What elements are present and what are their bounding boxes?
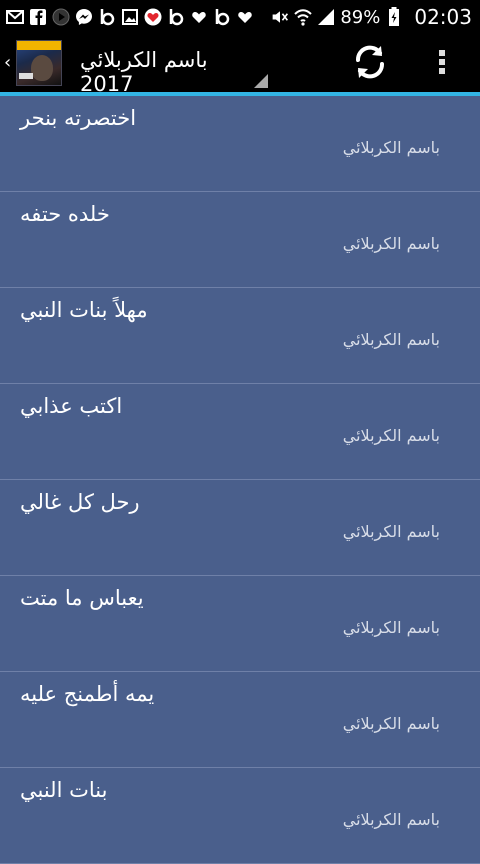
item-artist: باسم الكربلائي (342, 138, 440, 157)
play-icon (52, 8, 70, 26)
item-artist: باسم الكربلائي (342, 426, 440, 445)
signal-icon (317, 8, 335, 26)
item-title: يعباس ما متت (20, 586, 144, 610)
messenger-icon (75, 8, 93, 26)
facebook-icon (29, 8, 47, 26)
list-item[interactable]: اختصرته بنحر باسم الكربلائي (0, 96, 480, 192)
item-title: اختصرته بنحر (20, 106, 137, 130)
item-artist: باسم الكربلائي (342, 522, 440, 541)
list-item[interactable]: اكتب عذابي باسم الكربلائي (0, 384, 480, 480)
b-app-icon-3 (213, 8, 231, 26)
item-title: اكتب عذابي (20, 394, 123, 418)
list-item[interactable]: يعباس ما متت باسم الكربلائي (0, 576, 480, 672)
item-artist: باسم الكربلائي (342, 810, 440, 829)
system-status: 89% 02:03 (271, 5, 472, 29)
item-artist: باسم الكربلائي (342, 330, 440, 349)
list-item[interactable]: رحل كل غالي باسم الكربلائي (0, 480, 480, 576)
status-bar: 89% 02:03 (0, 0, 480, 34)
refresh-button[interactable] (350, 42, 390, 82)
list-item[interactable]: خلده حتفه باسم الكربلائي (0, 192, 480, 288)
heart-icon-2 (236, 8, 254, 26)
b-app-icon (98, 8, 116, 26)
battery-percent: 89% (340, 6, 381, 28)
item-title: مهلاً بنات النبي (20, 298, 148, 322)
heart-badge-icon (144, 8, 162, 26)
more-vert-icon (439, 50, 445, 74)
spinner-indicator-icon (254, 74, 268, 88)
heart-icon (190, 8, 208, 26)
battery-icon (385, 7, 403, 26)
back-chevron-icon[interactable]: ‹ (4, 52, 11, 73)
b-app-icon-2 (167, 8, 185, 26)
list-item[interactable]: بنات النبي باسم الكربلائي (0, 768, 480, 864)
clock: 02:03 (414, 5, 472, 29)
item-title: رحل كل غالي (20, 490, 140, 514)
item-artist: باسم الكربلائي (342, 234, 440, 253)
mute-icon (271, 8, 289, 26)
wifi-icon (294, 8, 313, 26)
item-title: خلده حتفه (20, 202, 110, 226)
mail-icon (6, 8, 24, 26)
app-title[interactable]: باسم الكربلائي 2017 (80, 48, 248, 96)
item-title: يمه أطمنج عليه (20, 682, 155, 706)
app-logo-icon[interactable] (16, 40, 62, 86)
refresh-icon (355, 45, 385, 79)
notification-icons (6, 6, 254, 28)
item-title: بنات النبي (20, 778, 108, 802)
item-artist: باسم الكربلائي (342, 714, 440, 733)
item-artist: باسم الكربلائي (342, 618, 440, 637)
overflow-menu-button[interactable] (430, 42, 454, 82)
track-list: اختصرته بنحر باسم الكربلائي خلده حتفه با… (0, 96, 480, 864)
list-item[interactable]: مهلاً بنات النبي باسم الكربلائي (0, 288, 480, 384)
action-bar: ‹ باسم الكربلائي 2017 (0, 34, 480, 96)
list-item[interactable]: يمه أطمنج عليه باسم الكربلائي (0, 672, 480, 768)
image-icon (121, 8, 139, 26)
